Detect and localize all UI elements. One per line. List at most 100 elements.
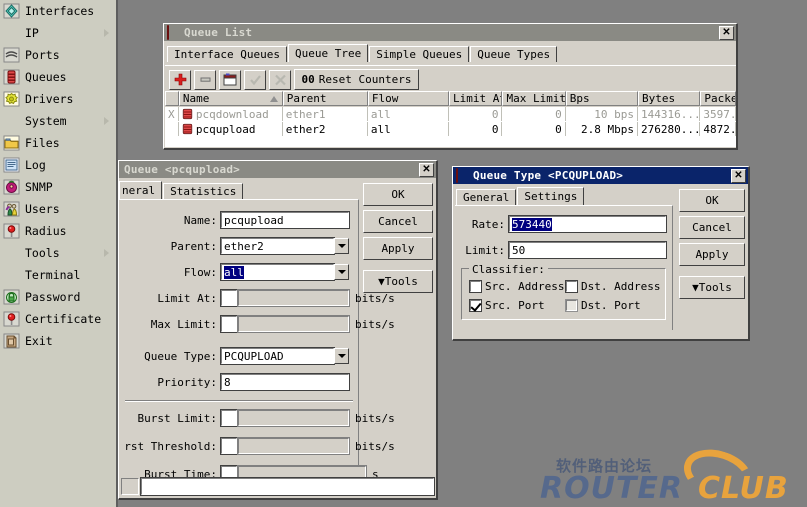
max-limit-unit: bits/s — [355, 318, 395, 331]
burst-threshold-enable-box[interactable] — [220, 437, 238, 455]
tab-interface-queues[interactable]: Interface Queues — [167, 46, 287, 62]
sidebar-item-terminal[interactable]: Terminal — [0, 264, 116, 286]
burst-limit-input[interactable] — [237, 409, 350, 427]
sidebar-item-queues[interactable]: Queues — [0, 66, 116, 88]
column-header-packets[interactable]: Packe — [700, 91, 737, 106]
sidebar-item-exit[interactable]: Exit — [0, 330, 116, 352]
parent-combo[interactable]: ether2 — [220, 237, 349, 255]
column-header-parent[interactable]: Parent — [282, 91, 368, 106]
row-bps: 10 bps — [566, 107, 639, 121]
sidebar-item-certificate[interactable]: Certificate — [0, 308, 116, 330]
minus-icon — [200, 77, 210, 82]
sidebar-item-ip[interactable]: IP — [0, 22, 116, 44]
apply-button[interactable]: Apply — [363, 237, 433, 260]
row-name-label: pcqupload — [195, 122, 256, 136]
tab-general[interactable]: neral — [119, 181, 163, 199]
sidebar-item-tools[interactable]: Tools — [0, 242, 116, 264]
classifier-dst-port[interactable]: Dst. Port — [565, 299, 641, 312]
close-button[interactable]: ✕ — [731, 168, 746, 183]
close-button[interactable]: ✕ — [419, 162, 434, 177]
tab-simple-queues[interactable]: Simple Queues — [369, 46, 470, 62]
sidebar-item-password[interactable]: Password — [0, 286, 116, 308]
limit-label: Limit: — [465, 244, 505, 257]
column-header-flow[interactable]: Flow — [367, 91, 449, 106]
chevron-right-icon — [104, 29, 109, 37]
tools-button[interactable]: ▼Tools — [679, 276, 745, 299]
column-header-name[interactable]: Name — [178, 91, 283, 106]
queue-type-tabs: General Settings — [456, 187, 676, 205]
no-icon — [1, 23, 22, 43]
tab-queue-tree[interactable]: Queue Tree — [287, 44, 369, 62]
checkbox-src-port[interactable] — [469, 299, 482, 312]
column-header-flag[interactable] — [165, 91, 179, 106]
classifier-src-port[interactable]: Src. Port — [469, 299, 545, 312]
queue-dialog-titlebar[interactable]: Queue <pcqupload> ✕ — [119, 161, 436, 178]
name-input[interactable]: pcqupload — [220, 211, 350, 229]
reset-counters-button[interactable]: 00 Reset Counters — [294, 69, 419, 90]
chevron-down-icon[interactable] — [334, 348, 349, 364]
ok-button[interactable]: OK — [363, 183, 433, 206]
close-button[interactable]: ✕ — [719, 25, 734, 40]
cancel-button[interactable]: Cancel — [679, 216, 745, 239]
queue-list-titlebar[interactable]: Queue List ✕ — [164, 24, 736, 41]
priority-input[interactable]: 8 — [220, 373, 350, 391]
limit-at-input[interactable] — [237, 289, 350, 307]
chevron-down-icon[interactable] — [334, 238, 349, 254]
row-flow: all — [368, 122, 449, 136]
row-bytes: 144316... — [638, 107, 701, 121]
burst-limit-enable-box[interactable] — [220, 409, 238, 427]
queue-type-titlebar[interactable]: Queue Type <PCQUPLOAD> ✕ — [453, 167, 748, 184]
tab-queue-types[interactable]: Queue Types — [470, 46, 558, 62]
max-limit-enable-box[interactable] — [220, 315, 238, 333]
classifier-dst-address[interactable]: Dst. Address — [565, 280, 660, 293]
sidebar-item-log[interactable]: Log — [0, 154, 116, 176]
column-label: Packe — [704, 92, 737, 105]
checkbox-dst-address[interactable] — [565, 280, 578, 293]
apply-button[interactable]: Apply — [679, 243, 745, 266]
checkbox-label: Src. Port — [485, 299, 545, 312]
column-header-limit-at[interactable]: Limit At — [449, 91, 503, 106]
table-row[interactable]: pcqupload ether2 all 0 0 2.8 Mbps 276280… — [165, 122, 736, 137]
limit-input[interactable]: 50 — [508, 241, 667, 259]
row-name: pcqupload — [179, 122, 283, 136]
sidebar-item-snmp[interactable]: SNMP — [0, 176, 116, 198]
tab-general[interactable]: General — [456, 189, 517, 205]
log-icon — [1, 155, 22, 175]
tab-statistics[interactable]: Statistics — [163, 183, 244, 199]
rate-input[interactable]: 573440 — [508, 215, 667, 233]
enable-queue-button[interactable] — [244, 69, 266, 90]
disable-queue-button[interactable] — [269, 69, 291, 90]
add-queue-button[interactable] — [169, 69, 191, 90]
column-header-bps[interactable]: Bps — [565, 91, 639, 106]
sidebar-item-drivers[interactable]: Drivers — [0, 88, 116, 110]
table-row[interactable]: X pcqdownload ether1 all 0 0 10 bps 1443… — [165, 107, 736, 122]
sidebar-item-users[interactable]: Users — [0, 198, 116, 220]
flow-combo[interactable]: all — [220, 263, 349, 281]
queue-type-combo[interactable]: PCQUPLOAD — [220, 347, 349, 365]
cancel-button[interactable]: Cancel — [363, 210, 433, 233]
classifier-src-address[interactable]: Src. Address — [469, 280, 564, 293]
max-limit-input[interactable] — [237, 315, 350, 333]
queue-type-value-box[interactable]: PCQUPLOAD — [220, 347, 335, 365]
column-header-bytes[interactable]: Bytes — [638, 91, 701, 106]
flow-value-box[interactable]: all — [220, 263, 335, 281]
limit-at-enable-box[interactable] — [220, 289, 238, 307]
sidebar-item-files[interactable]: Files — [0, 132, 116, 154]
column-header-max-limit[interactable]: Max Limit — [502, 91, 566, 106]
sidebar-item-interfaces[interactable]: Interfaces — [0, 0, 116, 22]
remove-queue-button[interactable] — [194, 69, 216, 90]
tab-settings[interactable]: Settings — [517, 187, 585, 205]
tab-label: Settings — [524, 190, 578, 203]
parent-value-box[interactable]: ether2 — [220, 237, 335, 255]
sidebar-item-ports[interactable]: Ports — [0, 44, 116, 66]
chevron-down-icon[interactable] — [334, 264, 349, 280]
sidebar-item-radius[interactable]: Radius — [0, 220, 116, 242]
ok-button[interactable]: OK — [679, 189, 745, 212]
sidebar-item-label: SNMP — [25, 180, 53, 194]
tools-button[interactable]: ▼Tools — [363, 270, 433, 293]
checkbox-src-address[interactable] — [469, 280, 482, 293]
burst-threshold-input[interactable] — [237, 437, 350, 455]
sidebar-item-system[interactable]: System — [0, 110, 116, 132]
checkbox-dst-port[interactable] — [565, 299, 578, 312]
open-window-button[interactable] — [219, 69, 241, 90]
